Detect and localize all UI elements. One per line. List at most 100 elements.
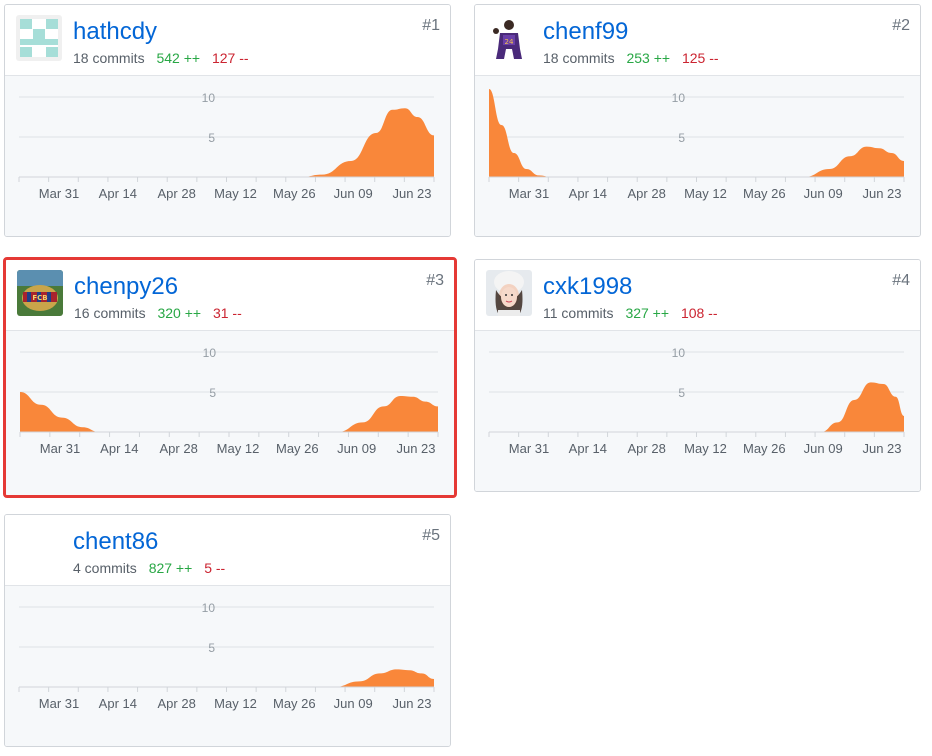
contributor-card: hathcdy 18 commits 542 ++ 127 -- #1 5 10 M… xyxy=(4,4,451,237)
x-tick-label: Jun 09 xyxy=(804,441,843,456)
x-tick-label: May 26 xyxy=(743,441,786,456)
x-tick-label: Apr 28 xyxy=(628,186,666,201)
x-tick-label: Apr 28 xyxy=(158,696,196,711)
username-link[interactable]: hathcdy xyxy=(73,17,157,47)
y-tick-label: 5 xyxy=(208,131,215,145)
card-header: hathcdy 18 commits 542 ++ 127 -- #1 xyxy=(5,5,450,76)
x-tick-label: Apr 14 xyxy=(99,186,137,201)
x-tick-label: Mar 31 xyxy=(509,441,549,456)
commit-stats: 11 commits 327 ++ 108 -- xyxy=(543,304,718,322)
x-tick-label: Apr 14 xyxy=(100,441,138,456)
commit-stats: 4 commits 827 ++ 5 -- xyxy=(73,559,225,577)
contributor-card: chent86 4 commits 827 ++ 5 -- #5 5 10 Mar … xyxy=(4,514,451,747)
contribution-area xyxy=(20,392,438,432)
deletions-count: 127 -- xyxy=(211,50,249,66)
user-photo-avatar-icon[interactable] xyxy=(486,270,532,316)
x-tick-label: May 26 xyxy=(273,696,316,711)
card-header: 24 chenf99 18 commits 253 ++ 125 -- #2 xyxy=(475,5,920,76)
contribution-area xyxy=(489,382,904,432)
card-header: chent86 4 commits 827 ++ 5 -- #5 xyxy=(5,515,450,586)
contribution-chart: 5 10 Mar 31 Apr 14 Apr 28 May 12 May 26 Jun 09 J… xyxy=(5,76,450,236)
contributor-card: cxk1998 11 commits 327 ++ 108 -- #4 5 10 M… xyxy=(474,259,921,492)
y-tick-label: 5 xyxy=(209,386,216,400)
x-tick-label: Mar 31 xyxy=(40,441,80,456)
additions-count: 542 ++ xyxy=(156,50,201,66)
basketball-player-avatar-icon[interactable]: 24 xyxy=(486,15,532,61)
contributor-rank: #4 xyxy=(892,272,910,289)
contribution-area xyxy=(19,669,434,687)
contributor-rank: #3 xyxy=(426,272,444,289)
x-tick-label: Apr 28 xyxy=(628,441,666,456)
username-link[interactable]: chent86 xyxy=(73,527,158,557)
identicon-icon[interactable] xyxy=(16,15,62,61)
additions-count: 827 ++ xyxy=(148,560,193,576)
x-tick-label: Jun 23 xyxy=(396,441,435,456)
x-tick-label: Jun 23 xyxy=(862,186,901,201)
contributor-rank: #2 xyxy=(892,17,910,34)
y-tick-label: 10 xyxy=(202,91,216,105)
deletions-count: 108 -- xyxy=(680,305,718,321)
blank-avatar-icon[interactable] xyxy=(16,525,62,571)
svg-text:FCB: FCB xyxy=(32,294,47,302)
card-header: FCB chenpy26 16 commits 320 ++ 31 -- #3 xyxy=(6,260,454,331)
x-tick-label: Jun 09 xyxy=(804,186,843,201)
x-tick-label: Jun 23 xyxy=(392,186,431,201)
svg-text:24: 24 xyxy=(505,38,514,46)
area-chart-svg: 5 10 Mar 31 Apr 14 Apr 28 May 12 May 26 Jun 09 J… xyxy=(19,346,439,456)
commit-stats: 18 commits 253 ++ 125 -- xyxy=(543,49,719,67)
contribution-area xyxy=(489,89,904,177)
commit-count: 4 commits xyxy=(73,560,137,576)
contribution-area xyxy=(19,108,434,177)
x-tick-label: Mar 31 xyxy=(509,186,549,201)
card-header: cxk1998 11 commits 327 ++ 108 -- #4 xyxy=(475,260,920,331)
x-tick-label: Apr 28 xyxy=(158,186,196,201)
additions-count: 253 ++ xyxy=(626,50,671,66)
username-link[interactable]: chenpy26 xyxy=(74,272,178,302)
x-tick-label: Mar 31 xyxy=(39,696,79,711)
contributor-rank: #5 xyxy=(422,527,440,544)
x-tick-label: May 12 xyxy=(214,696,257,711)
x-tick-label: May 12 xyxy=(214,186,257,201)
y-tick-label: 10 xyxy=(672,91,686,105)
contribution-chart: 5 10 Mar 31 Apr 14 Apr 28 May 12 May 26 Jun 09 J… xyxy=(5,586,450,746)
area-chart-svg: 5 10 Mar 31 Apr 14 Apr 28 May 12 May 26 Jun 09 J… xyxy=(488,346,905,456)
contribution-chart: 5 10 Mar 31 Apr 14 Apr 28 May 12 May 26 Jun 09 J… xyxy=(475,331,920,491)
contribution-chart: 5 10 Mar 31 Apr 14 Apr 28 May 12 May 26 Jun 09 J… xyxy=(475,76,920,236)
commit-stats: 18 commits 542 ++ 127 -- xyxy=(73,49,249,67)
deletions-count: 125 -- xyxy=(681,50,719,66)
x-tick-label: Apr 28 xyxy=(160,441,198,456)
commit-count: 18 commits xyxy=(543,50,615,66)
contributor-card-highlighted: FCB chenpy26 16 commits 320 ++ 31 -- #3 … xyxy=(3,257,457,498)
commit-count: 16 commits xyxy=(74,305,146,321)
commit-count: 11 commits xyxy=(543,305,614,321)
x-tick-label: Apr 14 xyxy=(99,696,137,711)
x-tick-label: Apr 14 xyxy=(569,186,607,201)
x-tick-label: Jun 09 xyxy=(334,696,373,711)
area-chart-svg: 5 10 Mar 31 Apr 14 Apr 28 May 12 May 26 Jun 09 J… xyxy=(18,91,435,201)
fcb-logo-avatar-icon[interactable]: FCB xyxy=(17,270,63,316)
deletions-count: 31 -- xyxy=(212,305,242,321)
x-tick-label: Apr 14 xyxy=(569,441,607,456)
contributor-rank: #1 xyxy=(422,17,440,34)
x-tick-label: May 12 xyxy=(217,441,260,456)
contribution-chart: 5 10 Mar 31 Apr 14 Apr 28 May 12 May 26 Jun 09 J… xyxy=(6,331,454,495)
x-tick-label: May 12 xyxy=(684,441,727,456)
y-tick-label: 10 xyxy=(203,346,217,360)
contributor-card: 24 chenf99 18 commits 253 ++ 125 -- #2 5… xyxy=(474,4,921,237)
x-tick-label: May 26 xyxy=(273,186,316,201)
area-chart-svg: 5 10 Mar 31 Apr 14 Apr 28 May 12 May 26 Jun 09 J… xyxy=(18,601,435,711)
x-tick-label: Jun 09 xyxy=(334,186,373,201)
x-tick-label: Jun 23 xyxy=(862,441,901,456)
x-tick-label: Mar 31 xyxy=(39,186,79,201)
y-tick-label: 10 xyxy=(672,346,686,360)
additions-count: 327 ++ xyxy=(625,305,670,321)
deletions-count: 5 -- xyxy=(204,560,226,576)
commit-stats: 16 commits 320 ++ 31 -- xyxy=(74,304,242,322)
x-tick-label: May 26 xyxy=(276,441,319,456)
x-tick-label: May 26 xyxy=(743,186,786,201)
x-tick-label: Jun 09 xyxy=(337,441,376,456)
additions-count: 320 ++ xyxy=(157,305,202,321)
username-link[interactable]: chenf99 xyxy=(543,17,628,47)
username-link[interactable]: cxk1998 xyxy=(543,272,632,302)
y-tick-label: 5 xyxy=(208,641,215,655)
